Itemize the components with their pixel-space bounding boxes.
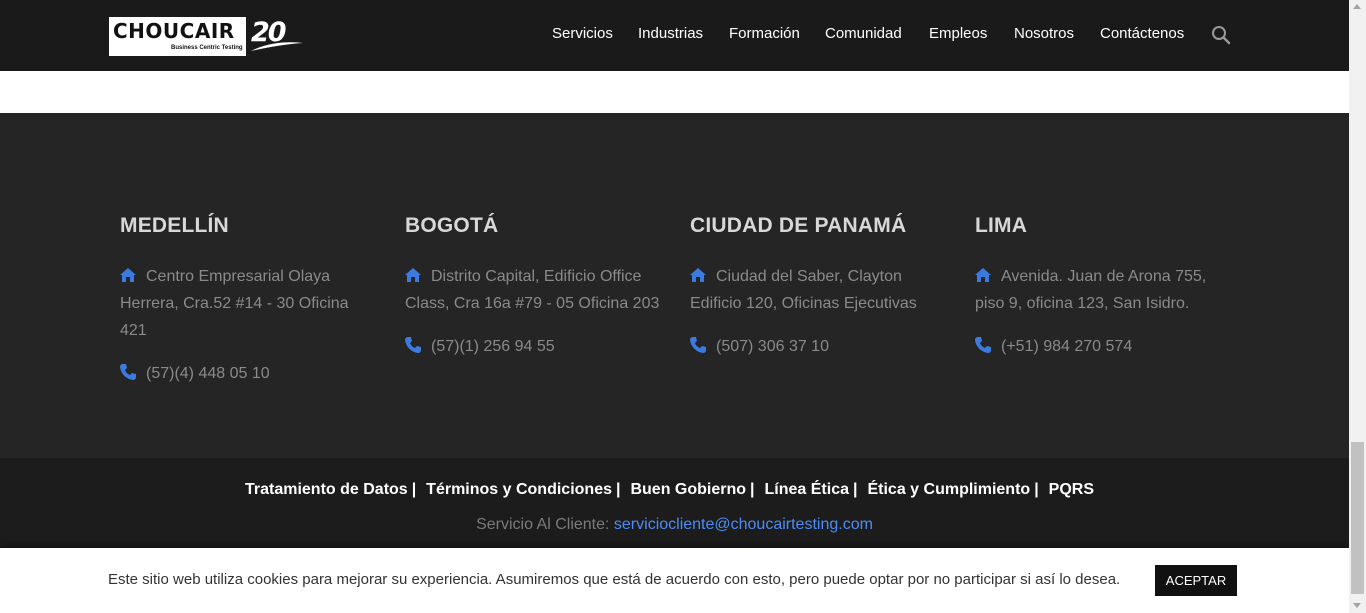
office-phone-text: (507) 306 37 10 [716, 338, 829, 355]
logo-swoosh-icon [251, 42, 303, 51]
nav-formacion[interactable]: Formación [729, 25, 800, 42]
link-etica-cumplimiento[interactable]: Ética y Cumplimiento [867, 481, 1030, 498]
office-phone-text: (57)(4) 448 05 10 [146, 365, 270, 382]
home-icon [120, 268, 136, 282]
phone-icon [120, 364, 136, 380]
nav-comunidad[interactable]: Comunidad [825, 25, 902, 42]
cookie-banner: Este sitio web utiliza cookies para mejo… [0, 548, 1349, 613]
office-address: Centro Empresarial Olaya Herrera, Cra.52… [120, 263, 370, 344]
link-separator: | [750, 481, 755, 498]
scrollbar-thumb[interactable] [1351, 442, 1364, 594]
link-terminos[interactable]: Términos y Condiciones [426, 481, 612, 498]
office-phone-text: (57)(1) 256 94 55 [431, 338, 555, 355]
logo-tagline: Business Centric Testing [171, 45, 243, 51]
page-scrollbar[interactable] [1349, 0, 1366, 613]
office-title: CIUDAD DE PANAMÁ [690, 214, 907, 237]
office-phone[interactable]: (+51) 984 270 574 [975, 337, 1132, 356]
link-separator: | [1034, 481, 1039, 498]
office-address-text: Avenida. Juan de Arona 755, piso 9, ofic… [975, 268, 1207, 312]
offices-section: MEDELLÍN Centro Empresarial Olaya Herrer… [0, 113, 1349, 458]
home-icon [975, 268, 991, 282]
customer-service: Servicio Al Cliente: serviciocliente@cho… [0, 516, 1349, 534]
nav-contactenos[interactable]: Contáctenos [1100, 25, 1184, 42]
office-phone[interactable]: (57)(1) 256 94 55 [405, 337, 555, 356]
office-phone-text: (+51) 984 270 574 [1001, 338, 1133, 355]
link-separator: | [853, 481, 858, 498]
home-icon [690, 268, 706, 282]
office-address-text: Centro Empresarial Olaya Herrera, Cra.52… [120, 268, 349, 339]
link-separator: | [411, 481, 417, 498]
phone-icon [690, 337, 706, 353]
office-title: BOGOTÁ [405, 214, 499, 237]
phone-icon [405, 337, 421, 353]
site-header: CHOUCAIR Business Centric Testing 20 Ser… [0, 0, 1349, 71]
nav-nosotros[interactable]: Nosotros [1014, 25, 1074, 42]
office-title: LIMA [975, 214, 1028, 237]
service-email-link[interactable]: serviciocliente@choucairtesting.com [614, 516, 873, 533]
home-icon [405, 268, 421, 282]
accept-cookies-button[interactable]: ACEPTAR [1155, 565, 1237, 596]
link-separator: | [615, 481, 621, 498]
office-phone[interactable]: (507) 306 37 10 [690, 337, 829, 356]
nav-servicios[interactable]: Servicios [552, 25, 613, 42]
nav-industrias[interactable]: Industrias [638, 25, 703, 42]
office-address: Distrito Capital, Edificio Office Class,… [405, 263, 667, 317]
office-address: Avenida. Juan de Arona 755, piso 9, ofic… [975, 263, 1220, 317]
scroll-up-arrow-icon[interactable] [1353, 4, 1361, 9]
link-linea-etica[interactable]: Línea Ética [765, 481, 849, 498]
office-address-text: Ciudad del Saber, Clayton Edificio 120, … [690, 268, 917, 312]
logo-box: CHOUCAIR Business Centric Testing [107, 15, 248, 58]
cookie-message: Este sitio web utiliza cookies para mejo… [108, 571, 1121, 588]
logo-text: CHOUCAIR [113, 19, 235, 43]
link-pqrs[interactable]: PQRS [1049, 481, 1094, 498]
office-phone[interactable]: (57)(4) 448 05 10 [120, 364, 270, 383]
phone-icon [975, 337, 991, 353]
link-tratamiento-datos[interactable]: Tratamiento de Datos [245, 481, 408, 498]
legal-links: Tratamiento de Datos | Términos y Condicio… [0, 481, 1339, 499]
search-icon[interactable] [1211, 25, 1231, 45]
choucair-logo[interactable]: CHOUCAIR Business Centric Testing 20 [107, 15, 307, 58]
scroll-down-arrow-icon[interactable] [1353, 603, 1361, 608]
legal-bar: Tratamiento de Datos | Términos y Condicio… [0, 458, 1349, 548]
link-buen-gobierno[interactable]: Buen Gobierno [630, 481, 746, 498]
nav-empleos[interactable]: Empleos [929, 25, 987, 42]
service-label: Servicio Al Cliente: [476, 516, 610, 533]
office-address: Ciudad del Saber, Clayton Edificio 120, … [690, 263, 930, 317]
office-address-text: Distrito Capital, Edificio Office Class,… [405, 268, 660, 312]
office-title: MEDELLÍN [120, 214, 229, 237]
